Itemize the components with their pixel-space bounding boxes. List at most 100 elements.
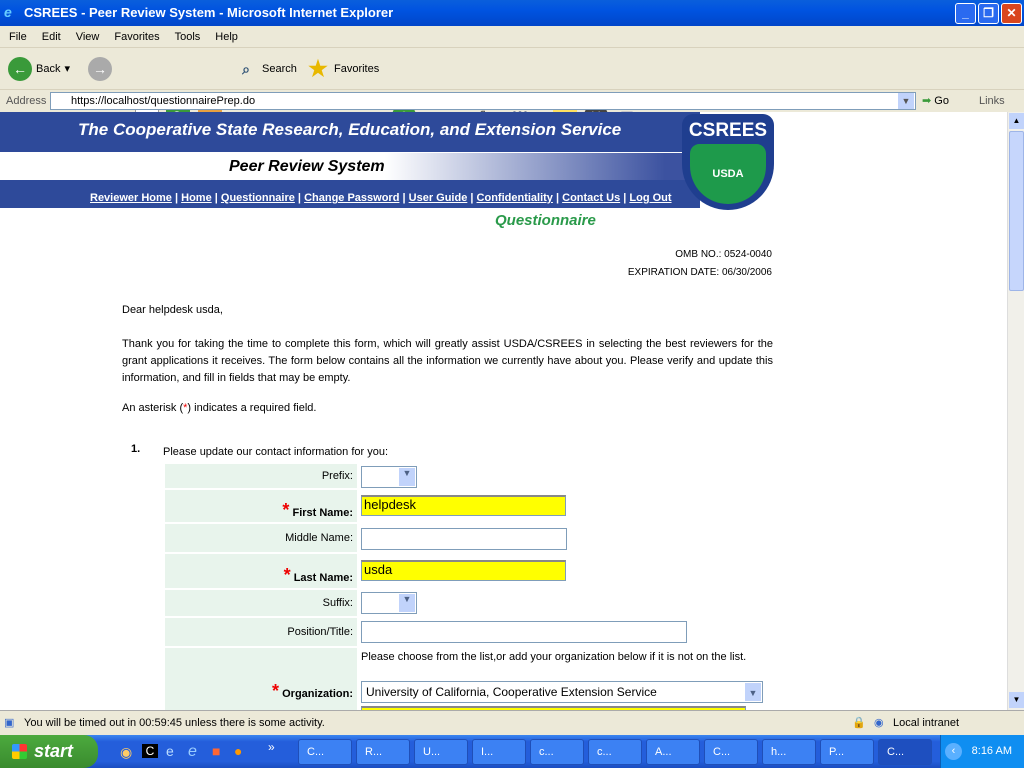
agency-banner: The Cooperative State Research, Educatio…: [0, 112, 700, 152]
last-name-text: Last Name:: [293, 572, 353, 584]
taskbar-item[interactable]: c...: [530, 739, 584, 765]
required-note: An asterisk (*) indicates a required fie…: [122, 400, 773, 417]
nav-change-password[interactable]: Change Password: [304, 192, 399, 204]
suffix-label: Suffix:: [165, 590, 357, 616]
address-label: Address: [6, 95, 47, 107]
logo-text: CSREES: [688, 120, 768, 141]
taskbar-item[interactable]: h...: [762, 739, 816, 765]
organization-select[interactable]: University of California, Cooperative Ex…: [361, 681, 763, 703]
scroll-up-icon[interactable]: ▲: [1009, 113, 1024, 129]
favorites-label: Favorites: [334, 63, 380, 75]
quicklaunch-more-icon[interactable]: »: [268, 740, 275, 754]
quicklaunch-ie-icon[interactable]: e: [166, 743, 174, 759]
nav-user-guide[interactable]: User Guide: [409, 192, 468, 204]
question-number: 1.: [131, 443, 141, 455]
quicklaunch-outlook-icon[interactable]: ◉: [120, 744, 132, 761]
tray-expand-icon[interactable]: ‹: [945, 743, 962, 760]
search-button[interactable]: ⌕ Search: [234, 56, 297, 82]
links-button[interactable]: Links: [979, 90, 1005, 112]
prefix-row: Prefix: ▼: [165, 464, 770, 488]
nav-home[interactable]: Home: [181, 192, 212, 204]
menu-tools[interactable]: Tools: [175, 31, 201, 43]
forward-arrow-icon: →: [88, 57, 112, 81]
first-name-row: * First Name: helpdesk: [165, 490, 770, 522]
greeting: Dear helpdesk usda,: [122, 304, 223, 316]
chevron-down-icon: ▼: [745, 683, 761, 701]
forward-button[interactable]: →: [88, 56, 112, 82]
ie-icon: e: [4, 4, 12, 20]
position-label: Position/Title:: [165, 618, 357, 646]
prefix-select[interactable]: ▼: [361, 466, 417, 488]
system-tray: ‹ 8:16 AM: [940, 735, 1024, 768]
address-bar: Address https://localhost/questionnaireP…: [0, 90, 1024, 112]
first-name-input[interactable]: helpdesk: [361, 495, 566, 516]
quicklaunch-app-icon[interactable]: ■: [212, 743, 220, 759]
back-arrow-icon: ←: [8, 57, 32, 81]
taskbar-item-active[interactable]: C...: [878, 739, 932, 765]
organization-hint: Please choose from the list,or add your …: [361, 651, 747, 663]
system-banner: Peer Review System: [0, 152, 700, 180]
quicklaunch-cmd-icon[interactable]: C: [142, 744, 158, 758]
menu-view[interactable]: View: [76, 31, 100, 43]
required-asterisk: *: [283, 565, 291, 585]
start-button[interactable]: start: [0, 735, 98, 768]
favorites-button[interactable]: ★ Favorites: [306, 56, 379, 82]
quicklaunch-firefox-icon[interactable]: ●: [234, 743, 242, 759]
nav-contact-us[interactable]: Contact Us: [562, 192, 620, 204]
address-dropdown-icon[interactable]: ▼: [898, 93, 914, 109]
nav-confidentiality[interactable]: Confidentiality: [477, 192, 553, 204]
last-name-input[interactable]: usda: [361, 560, 566, 581]
page-content: The Cooperative State Research, Educatio…: [0, 112, 1007, 710]
page-icon: ▣: [4, 717, 15, 729]
close-button[interactable]: ✕: [1001, 3, 1022, 24]
taskbar-item[interactable]: C...: [298, 739, 352, 765]
search-label: Search: [262, 63, 297, 75]
middle-name-input[interactable]: [361, 528, 567, 550]
taskbar-item[interactable]: U...: [414, 739, 468, 765]
taskbar-item[interactable]: R...: [356, 739, 410, 765]
back-button[interactable]: ← Back ▾: [8, 56, 70, 82]
status-text: You will be timed out in 00:59:45 unless…: [24, 717, 325, 729]
menu-bar: File Edit View Favorites Tools Help: [0, 26, 1024, 48]
windows-logo-icon: [12, 744, 27, 759]
nav-log-out[interactable]: Log Out: [629, 192, 671, 204]
minimize-button[interactable]: _: [955, 3, 976, 24]
title-bar: e CSREES - Peer Review System - Microsof…: [0, 0, 1024, 26]
go-button[interactable]: ➡ Go: [922, 90, 949, 112]
scroll-down-icon[interactable]: ▼: [1009, 692, 1024, 708]
page-title: Questionnaire: [495, 212, 596, 229]
menu-help[interactable]: Help: [215, 31, 238, 43]
note-post: ) indicates a required field.: [187, 402, 317, 414]
menu-file[interactable]: File: [9, 31, 27, 43]
taskbar-item[interactable]: I...: [472, 739, 526, 765]
vertical-scrollbar[interactable]: ▲ ▼: [1007, 112, 1024, 710]
first-name-label: * First Name:: [165, 490, 357, 522]
taskbar-item[interactable]: C...: [704, 739, 758, 765]
middle-name-row: Middle Name:: [165, 524, 770, 552]
position-input[interactable]: [361, 621, 687, 643]
zone-text: Local intranet: [893, 717, 960, 729]
question-text: Please update our contact information fo…: [163, 446, 389, 458]
status-bar: ▣ You will be timed out in 00:59:45 unle…: [0, 710, 1024, 735]
back-label: Back: [36, 63, 61, 75]
organization-value: University of California, Cooperative Ex…: [366, 685, 657, 699]
chevron-down-icon: ▼: [399, 468, 415, 486]
toolbar: ←Back ▾ → ✕ ⟳ ⌂ ⌕Search ★Favorites ◷ ✉ ⎙…: [0, 48, 1024, 128]
taskbar-item[interactable]: A...: [646, 739, 700, 765]
csrees-logo: CSREES USDA: [682, 114, 774, 210]
address-input[interactable]: https://localhost/questionnairePrep.do: [50, 92, 916, 110]
quicklaunch-ie2-icon[interactable]: e: [188, 743, 197, 761]
omb-number: OMB NO.: 0524-0040: [675, 249, 772, 260]
taskbar-item[interactable]: c...: [588, 739, 642, 765]
organization-label: * Organization:: [165, 648, 357, 710]
scroll-thumb[interactable]: [1009, 131, 1024, 291]
taskbar-item[interactable]: P...: [820, 739, 874, 765]
nav-questionnaire[interactable]: Questionnaire: [221, 192, 295, 204]
nav-reviewer-home[interactable]: Reviewer Home: [90, 192, 172, 204]
lock-icon: 🔒: [852, 717, 866, 729]
menu-favorites[interactable]: Favorites: [114, 31, 159, 43]
restore-button[interactable]: ❐: [978, 3, 999, 24]
window-title: CSREES - Peer Review System - Microsoft …: [24, 5, 394, 20]
menu-edit[interactable]: Edit: [42, 31, 61, 43]
suffix-select[interactable]: ▼: [361, 592, 417, 614]
